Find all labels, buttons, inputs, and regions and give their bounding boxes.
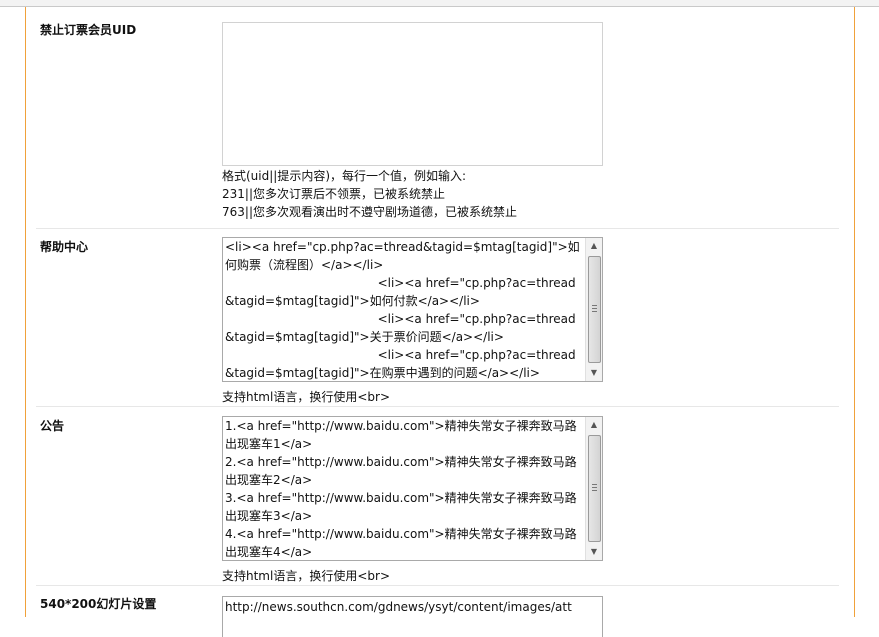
help-center-scrollbar[interactable]: ▲ ▼ <box>585 238 602 381</box>
help-center-text: <li><a href="cp.php?ac=thread&tagid=$mta… <box>225 240 580 380</box>
scroll-thumb[interactable] <box>588 435 601 542</box>
scroll-up-icon[interactable]: ▲ <box>586 417 602 433</box>
scroll-thumb[interactable] <box>588 256 601 363</box>
top-divider <box>0 0 879 7</box>
scroll-down-icon[interactable]: ▼ <box>586 365 602 381</box>
scroll-up-icon[interactable]: ▲ <box>586 238 602 254</box>
row-ban-uid: 禁止订票会员UID 格式(uid||提示内容)，每行一个值，例如输入: 231||… <box>26 7 854 230</box>
row-help-center: 帮助中心 <li><a href="cp.php?ac=thread&tagid… <box>26 224 854 407</box>
ban-uid-hint-line: 格式(uid||提示内容)，每行一个值，例如输入: <box>222 169 467 183</box>
scroll-down-icon[interactable]: ▼ <box>586 544 602 560</box>
slideshow-text: http://news.southcn.com/gdnews/ysyt/cont… <box>225 600 572 614</box>
ban-uid-label: 禁止订票会员UID <box>40 23 137 37</box>
ban-uid-hint: 格式(uid||提示内容)，每行一个值，例如输入: 231||您多次订票后不领票，… <box>222 167 517 221</box>
row-notice: 公告 1.<a href="http://www.baidu.com">精神失常… <box>26 403 854 583</box>
notice-text: 1.<a href="http://www.baidu.com">精神失常女子裸… <box>225 419 577 559</box>
row-slideshow: 540*200幻灯片设置 http://news.southcn.com/gdn… <box>26 581 854 637</box>
notice-scrollbar[interactable]: ▲ ▼ <box>585 417 602 560</box>
ban-uid-hint-line: 231||您多次订票后不领票，已被系统禁止 <box>222 187 445 201</box>
settings-form: 禁止订票会员UID 格式(uid||提示内容)，每行一个值，例如输入: 231||… <box>25 7 855 637</box>
slideshow-label: 540*200幻灯片设置 <box>40 597 157 611</box>
help-center-label: 帮助中心 <box>40 240 89 254</box>
notice-label: 公告 <box>40 419 65 433</box>
ban-uid-hint-line: 763||您多次观看演出时不遵守剧场道德，已被系统禁止 <box>222 205 517 219</box>
notice-textarea[interactable]: 1.<a href="http://www.baidu.com">精神失常女子裸… <box>222 416 603 561</box>
ban-uid-textarea[interactable] <box>222 22 603 166</box>
help-center-textarea[interactable]: <li><a href="cp.php?ac=thread&tagid=$mta… <box>222 237 603 382</box>
